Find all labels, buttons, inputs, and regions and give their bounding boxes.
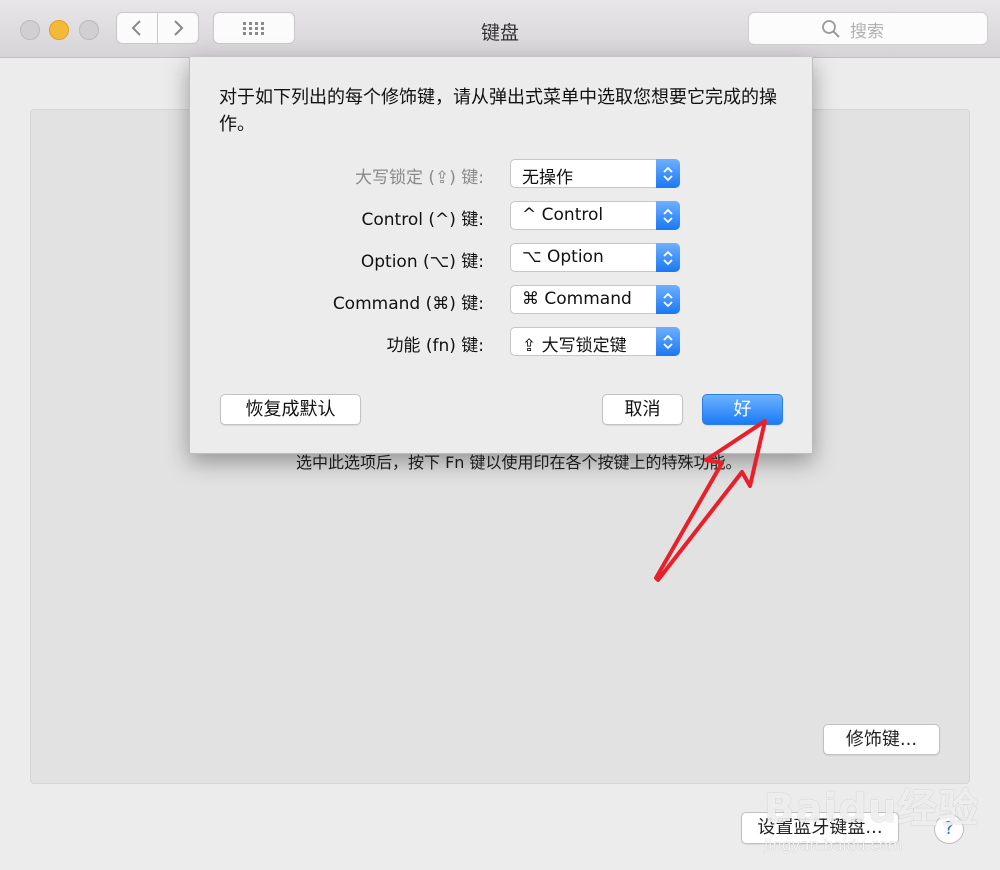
sheet-instruction: 对于如下列出的每个修饰键，请从弹出式菜单中选取您想要它完成的操作。 bbox=[219, 87, 777, 135]
baidu-watermark-logo: Baidu经验 bbox=[764, 786, 980, 832]
updown-arrows-icon bbox=[656, 285, 680, 314]
command-label: Command (⌘) 键: bbox=[332, 294, 484, 314]
watermark-url: jingyan.baidu.com bbox=[764, 836, 903, 854]
search-placeholder: 搜索 bbox=[850, 22, 884, 42]
command-value: ⌘ Command bbox=[522, 289, 632, 309]
updown-arrows-icon bbox=[656, 327, 680, 356]
option-label: Option (⌥) 键: bbox=[360, 252, 484, 272]
updown-arrows-icon bbox=[656, 201, 680, 230]
modifier-keys-sheet: 对于如下列出的每个修饰键，请从弹出式菜单中选取您想要它完成的操作。 大写锁定 (… bbox=[189, 57, 813, 454]
option-value: ⌥ Option bbox=[522, 247, 604, 267]
control-value: ^ Control bbox=[522, 205, 604, 225]
restore-defaults-button[interactable]: 恢复成默认 bbox=[220, 394, 361, 425]
fn-value: ⇪ 大写锁定键 bbox=[522, 336, 627, 356]
updown-arrows-icon bbox=[656, 243, 680, 272]
command-popup[interactable]: ⌘ Command bbox=[510, 285, 680, 314]
fn-label: 功能 (fn) 键: bbox=[386, 336, 484, 356]
modifier-keys-button[interactable]: 修饰键... bbox=[823, 724, 940, 755]
search-field[interactable]: 搜索 bbox=[748, 12, 988, 45]
control-popup[interactable]: ^ Control bbox=[510, 201, 680, 230]
control-label: Control (^) 键: bbox=[361, 210, 485, 230]
caps-lock-label: 大写锁定 (⇪) 键: bbox=[354, 168, 484, 188]
fn-popup[interactable]: ⇪ 大写锁定键 bbox=[510, 327, 680, 356]
title-bar: 键盘 搜索 bbox=[0, 0, 1000, 58]
cancel-button[interactable]: 取消 bbox=[602, 394, 683, 425]
search-icon bbox=[822, 20, 840, 38]
caps-lock-value: 无操作 bbox=[522, 168, 573, 188]
updown-arrows-icon bbox=[656, 159, 680, 188]
caps-lock-popup[interactable]: 无操作 bbox=[510, 159, 680, 188]
ok-button[interactable]: 好 bbox=[702, 394, 783, 425]
option-popup[interactable]: ⌥ Option bbox=[510, 243, 680, 272]
